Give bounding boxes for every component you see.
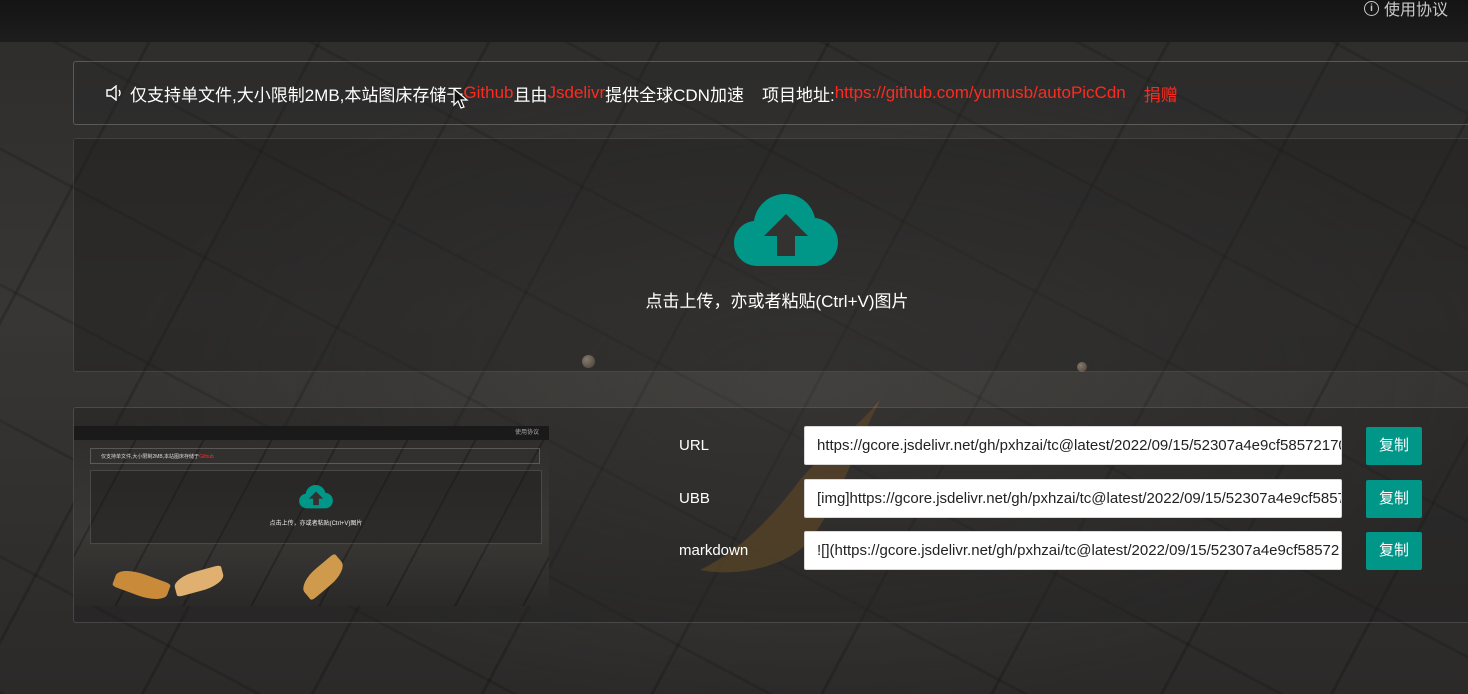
cloud-upload-icon — [734, 194, 838, 266]
uploaded-image-preview: 使用协议 仅支持单文件,大小限制2MB,本站图床存储于Github 点击上传，亦… — [74, 426, 549, 606]
preview-notice: 仅支持单文件,大小限制2MB,本站图床存储于Github — [90, 448, 540, 464]
notice-text: 仅支持单文件,大小限制2MB,本站图床存储于 — [130, 85, 464, 105]
speaker-icon — [106, 85, 121, 101]
preview-upload-hint: 点击上传，亦或者粘贴(Ctrl+V)图片 — [269, 521, 363, 527]
ubb-field[interactable]: [img]https://gcore.jsdelivr.net/gh/pxhza… — [804, 479, 1342, 518]
project-url-link[interactable]: https://github.com/yumusb/autoPicCdn — [835, 83, 1126, 103]
notice-cdn-text: 提供全球CDN加速 — [605, 85, 744, 105]
markdown-field[interactable]: ![](https://gcore.jsdelivr.net/gh/pxhzai… — [804, 531, 1342, 570]
upload-dropzone[interactable]: 点击上传，亦或者粘贴(Ctrl+V)图片 — [73, 138, 1468, 372]
preview-terms-label: 使用协议 — [514, 430, 539, 436]
markdown-label: markdown — [679, 542, 749, 559]
terms-label: 使用协议 — [1383, 2, 1448, 19]
notice-and-by: 且由 — [513, 85, 548, 105]
terms-link[interactable]: i 使用协议 — [1363, 0, 1448, 20]
preview-leaf — [172, 564, 226, 598]
project-label: 项目地址: — [761, 85, 835, 105]
upload-hint: 点击上传，亦或者粘贴(Ctrl+V)图片 — [645, 292, 909, 311]
preview-notice-text: 仅支持单文件,大小限制2MB,本站图床存储于 — [101, 454, 200, 460]
github-link[interactable]: Github — [463, 83, 513, 103]
top-bar: i 使用协议 — [0, 0, 1468, 42]
copy-ubb-button[interactable]: 复制 — [1366, 480, 1422, 518]
notice-bar: 仅支持单文件,大小限制2MB,本站图床存储于 Github 且由 Jsdeliv… — [73, 61, 1468, 125]
jsdelivr-link[interactable]: Jsdelivr — [548, 83, 606, 103]
copy-markdown-button[interactable]: 复制 — [1366, 532, 1422, 570]
preview-dropzone: 点击上传，亦或者粘贴(Ctrl+V)图片 — [90, 470, 542, 544]
result-panel: 使用协议 仅支持单文件,大小限制2MB,本站图床存储于Github 点击上传，亦… — [73, 407, 1468, 623]
preview-topbar: 使用协议 — [74, 426, 549, 440]
info-icon: i — [1363, 0, 1379, 16]
copy-url-button[interactable]: 复制 — [1366, 427, 1422, 465]
mouse-cursor-icon — [453, 88, 469, 109]
preview-leaf — [297, 553, 349, 601]
preview-cloud-icon — [299, 485, 333, 509]
ubb-label: UBB — [679, 490, 710, 507]
preview-leaf — [111, 565, 172, 605]
donate-link[interactable]: 捐赠 — [1144, 81, 1178, 106]
url-field[interactable]: https://gcore.jsdelivr.net/gh/pxhzai/tc@… — [804, 426, 1342, 465]
url-label: URL — [679, 437, 710, 454]
preview-github-text: Github — [199, 454, 214, 460]
